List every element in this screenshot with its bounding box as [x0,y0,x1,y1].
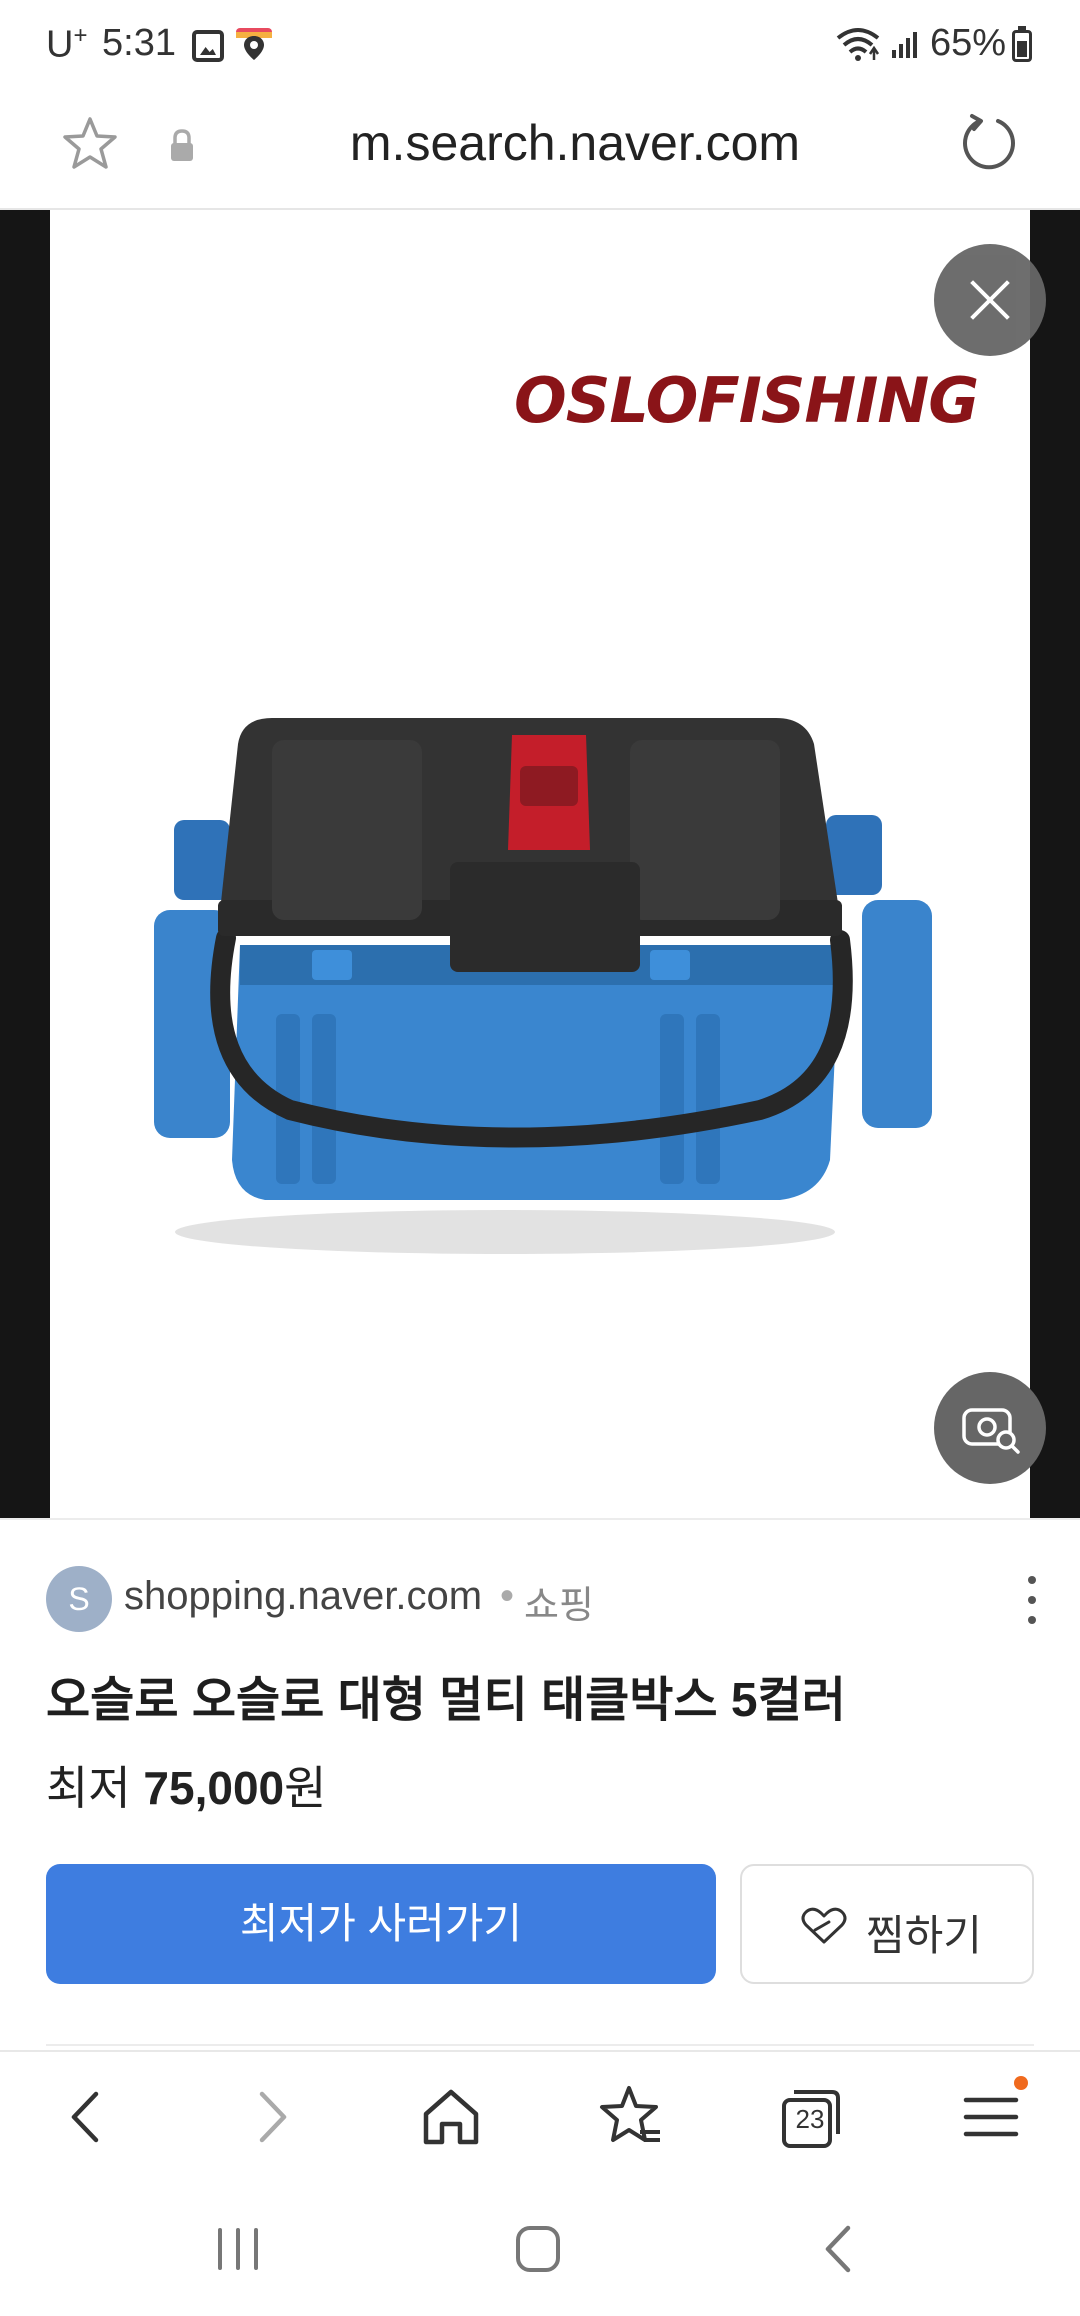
save-label: 찜하기 [866,1912,982,1959]
signal-icon [892,32,917,58]
source-avatar: S [46,1566,112,1632]
lock-icon[interactable] [168,128,196,164]
product-image[interactable]: OSLOFISHING [50,210,1030,1518]
price-amount: 75,000 [143,1762,285,1814]
save-wishlist-button[interactable]: 찜하기 [740,1864,1034,1984]
source-domain[interactable]: shopping.naver.com [124,1574,482,1619]
browser-url-bar: m.search.naver.com [0,92,1080,210]
visual-search-button[interactable] [934,1372,1046,1484]
source-separator: • [500,1574,515,1618]
bookmarks-icon[interactable] [596,2082,666,2152]
price-line: 최저 75,000원 [46,1752,326,1818]
tabs-count: 23 [795,2104,825,2134]
back-system-icon[interactable] [810,2222,870,2276]
tackle-box-illustration [154,718,932,1254]
divider [46,2044,1034,2046]
clock: 5:31 [102,22,176,64]
system-navigation-bar [0,2180,1080,2316]
source-category: 쇼핑 [524,1585,594,1627]
forward-icon[interactable] [236,2082,306,2152]
recent-apps-icon[interactable] [208,2222,268,2276]
tabs-button[interactable]: 23 [776,2082,846,2152]
gallery-notification-icon [192,30,224,62]
address-field[interactable]: m.search.naver.com [230,114,920,172]
carrier-label: U+ [46,22,88,66]
close-viewer-button[interactable] [934,244,1046,356]
browser-toolbar: 23 [0,2050,1080,2180]
home-system-icon[interactable] [508,2222,568,2276]
map-notification-icon [236,28,272,60]
lens-search-icon [962,1408,1020,1454]
battery-percentage: 65% [930,22,1007,64]
product-title[interactable]: 오슬로 오슬로 대형 멀티 태클박스 5컬러 [46,1660,846,1730]
result-details: S shopping.naver.com • 쇼핑 오슬로 오슬로 대형 멀티 … [0,1518,1080,2050]
price-unit: 원 [284,1762,327,1814]
wifi-icon [836,28,880,61]
more-options-icon[interactable] [1012,1572,1052,1628]
bookmark-star-icon[interactable] [60,114,120,174]
image-viewer: OSLOFISHING [0,210,1080,1518]
status-bar: U+ 5:31 65% [0,0,1080,92]
price-prefix: 최저 [46,1762,131,1814]
heart-icon [801,1907,847,1944]
battery-icon [1012,26,1032,62]
home-icon[interactable] [416,2082,486,2152]
buy-lowest-price-button[interactable]: 최저가 사러가기 [46,1864,716,1984]
menu-icon[interactable] [956,2082,1026,2152]
back-icon[interactable] [52,2082,122,2152]
reload-icon[interactable] [958,112,1020,174]
notification-dot [1014,2076,1028,2090]
